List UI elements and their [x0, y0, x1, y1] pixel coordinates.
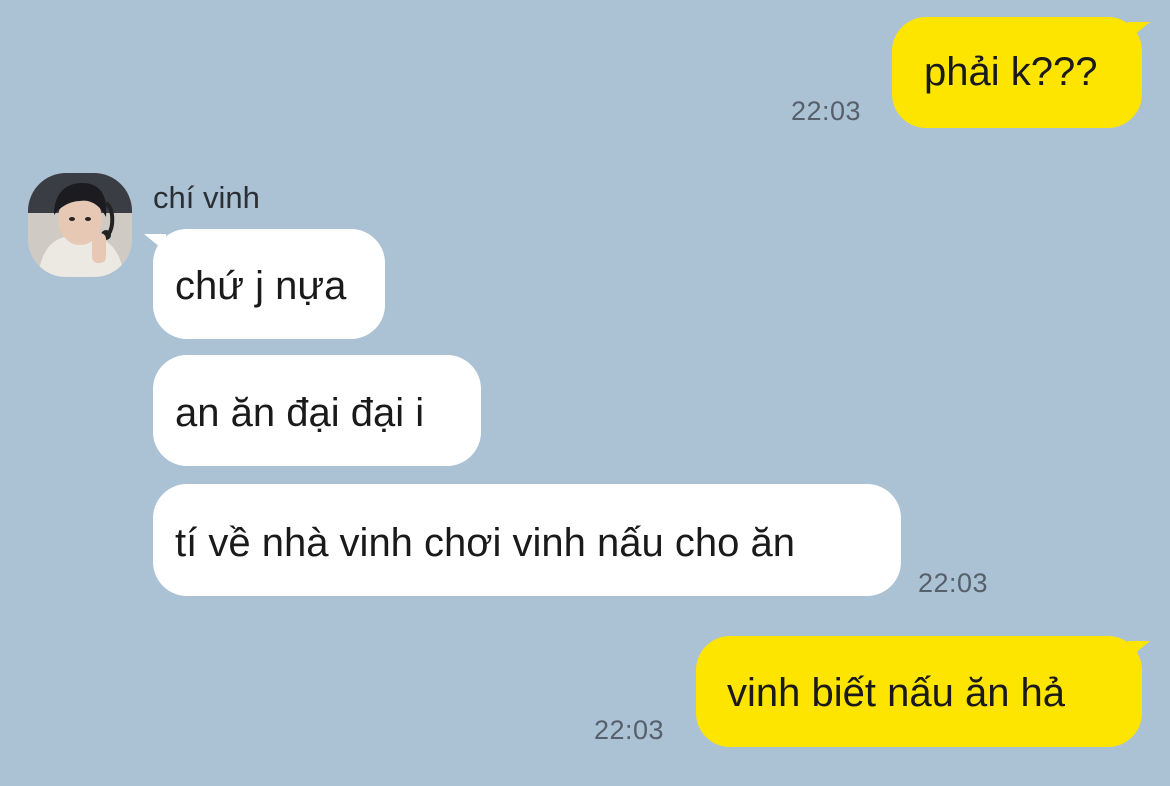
- message-bubble-incoming[interactable]: chứ j nựa: [153, 229, 385, 339]
- chat-message-list[interactable]: phải k??? 22:03 chí vinh chứ j nựa an ăn…: [0, 0, 1170, 786]
- message-timestamp: 22:03: [594, 715, 665, 745]
- avatar-photo-icon: [28, 173, 132, 277]
- message-bubble-outgoing[interactable]: vinh biết nấu ăn hả: [696, 636, 1142, 747]
- message-text: vinh biết nấu ăn hả: [727, 671, 1066, 715]
- message-text: tí về nhà vinh chơi vinh nấu cho ăn: [175, 521, 795, 565]
- message-text: an ăn đại đại i: [175, 391, 425, 435]
- message-bubble-incoming[interactable]: an ăn đại đại i: [153, 355, 481, 466]
- sender-avatar[interactable]: [28, 173, 132, 277]
- message-timestamp: 22:03: [918, 568, 989, 598]
- message-text: phải k???: [924, 50, 1098, 94]
- message-text: chứ j nựa: [175, 264, 347, 308]
- sender-name: chí vinh: [153, 180, 260, 215]
- message-bubble-outgoing[interactable]: phải k???: [892, 17, 1142, 128]
- message-bubble-incoming[interactable]: tí về nhà vinh chơi vinh nấu cho ăn: [153, 484, 901, 596]
- message-timestamp: 22:03: [791, 96, 862, 126]
